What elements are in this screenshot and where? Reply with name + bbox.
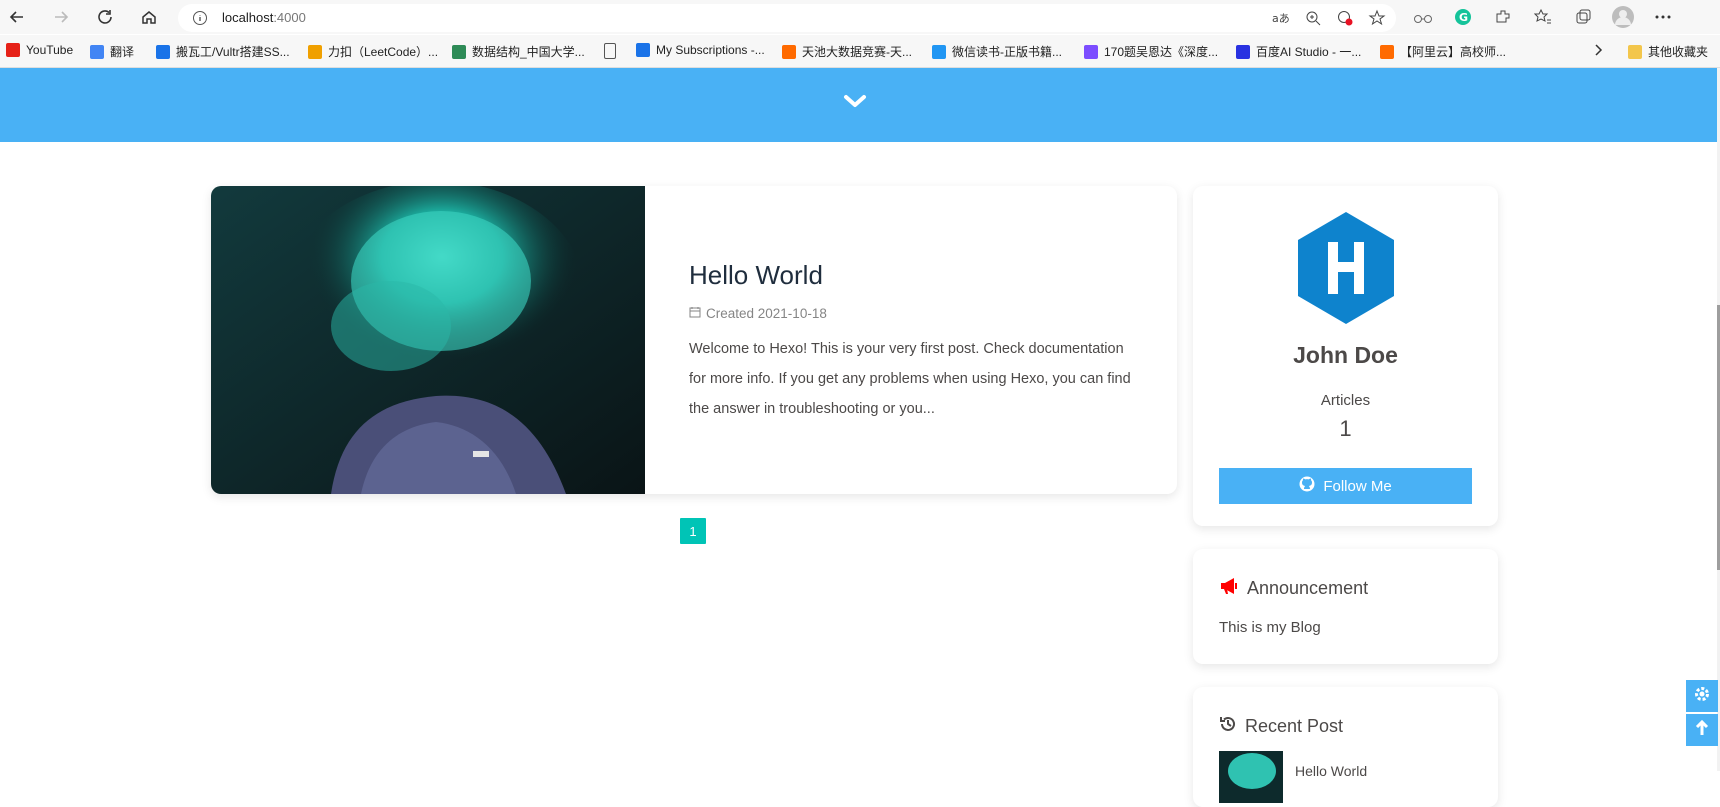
bookmark-vultr[interactable]: 搬瓦工/Vultr搭建SS... <box>156 43 290 60</box>
hero-banner <box>0 68 1717 142</box>
svg-text:G: G <box>1459 11 1468 24</box>
back-to-top-button[interactable] <box>1686 714 1718 746</box>
youtube-icon <box>6 43 20 57</box>
back-icon[interactable] <box>6 6 28 28</box>
bookmark-weread[interactable]: 微信读书-正版书籍... <box>932 43 1062 60</box>
page-icon <box>604 43 616 59</box>
favorites-icon[interactable] <box>1532 6 1554 28</box>
deeplearning-icon <box>1084 44 1098 59</box>
post-meta: Created 2021-10-18 <box>689 306 827 321</box>
info-icon[interactable] <box>192 10 208 31</box>
bookmark-label: 微信读书-正版书籍... <box>952 45 1062 59</box>
bookmark-label: 【阿里云】高校师... <box>1400 45 1507 59</box>
megaphone-icon <box>1219 577 1239 600</box>
browser-extensions: G <box>1412 6 1674 28</box>
arrow-up-icon <box>1694 719 1710 742</box>
more-menu-icon[interactable] <box>1652 6 1674 28</box>
grammarly-icon[interactable]: G <box>1452 6 1474 28</box>
read-aloud-icon[interactable]: aあ <box>1272 9 1290 27</box>
profile-avatar-icon[interactable] <box>1612 6 1634 28</box>
bookmarks-bar: YouTube 翻译 搬瓦工/Vultr搭建SS... 力扣（LeetCode）… <box>0 35 1720 68</box>
extensions-puzzle-icon[interactable] <box>1492 6 1514 28</box>
announcement-card: Announcement This is my Blog <box>1193 549 1498 664</box>
gear-icon <box>1693 685 1711 708</box>
follow-me-label: Follow Me <box>1323 477 1392 495</box>
bookmark-label: 170题吴恩达《深度... <box>1104 45 1219 59</box>
svg-text:aあ: aあ <box>1272 12 1290 25</box>
post-cover-image[interactable] <box>211 186 645 494</box>
post-date: Created 2021-10-18 <box>706 306 827 321</box>
bookmark-translate[interactable]: 翻译 <box>90 43 134 60</box>
recent-post-item-title[interactable]: Hello World <box>1295 763 1367 779</box>
bookmark-page[interactable] <box>604 43 622 59</box>
announcement-title: Announcement <box>1219 577 1368 600</box>
bookmark-label: 翻译 <box>110 45 135 59</box>
url-host: localhost <box>222 10 274 25</box>
tianchi-icon <box>782 44 796 59</box>
chevron-right-icon[interactable] <box>1594 43 1604 57</box>
chevron-down-icon[interactable] <box>842 92 868 115</box>
weread-icon <box>932 44 946 59</box>
settings-button[interactable] <box>1686 680 1718 712</box>
vultr-icon <box>156 44 170 59</box>
calendar-icon <box>689 306 701 321</box>
zoom-icon[interactable] <box>1304 9 1322 27</box>
bookmark-label: YouTube <box>26 43 74 57</box>
aliyun-icon <box>1380 44 1394 59</box>
bookmark-aliyun[interactable]: 【阿里云】高校师... <box>1380 43 1506 60</box>
post-card: Hello World Created 2021-10-18 Welcome t… <box>211 186 1177 494</box>
url-text[interactable]: localhost:4000 <box>222 10 306 25</box>
github-icon <box>1299 476 1315 496</box>
recent-post-thumbnail[interactable] <box>1219 751 1283 803</box>
url-port: :4000 <box>273 10 306 25</box>
bookmark-label: 力扣（LeetCode）... <box>328 45 439 59</box>
extension-icon[interactable] <box>1412 6 1434 28</box>
bookmark-deeplearning[interactable]: 170题吴恩达《深度... <box>1084 43 1218 60</box>
recent-post-card: Recent Post Hello World <box>1193 687 1498 807</box>
reload-icon[interactable] <box>94 6 116 28</box>
author-card: John Doe Articles 1 Follow Me <box>1193 186 1498 526</box>
home-icon[interactable] <box>138 6 160 28</box>
recent-post-title: Recent Post <box>1219 715 1343 738</box>
articles-count[interactable]: 1 <box>1193 416 1498 442</box>
bookmark-label: 天池大数据竞赛-天... <box>802 45 912 59</box>
address-bar[interactable]: localhost:4000 aあ <box>178 4 1396 32</box>
translate-icon <box>90 44 104 59</box>
bookmark-subscriptions[interactable]: My Subscriptions -... <box>636 43 765 57</box>
follow-me-button[interactable]: Follow Me <box>1219 468 1472 504</box>
post-title[interactable]: Hello World <box>689 260 823 291</box>
address-bar-actions: aあ <box>1272 9 1386 27</box>
author-name: John Doe <box>1293 342 1398 368</box>
bookmark-label: My Subscriptions -... <box>656 43 765 57</box>
bookmark-youtube[interactable]: YouTube <box>6 43 73 57</box>
bookmark-mooc[interactable]: 数据结构_中国大学... <box>452 43 585 60</box>
recent-post-title-text: Recent Post <box>1245 716 1344 736</box>
bookmark-label: 数据结构_中国大学... <box>472 45 585 59</box>
tracking-prevention-icon[interactable] <box>1336 9 1354 27</box>
favorite-add-icon[interactable] <box>1368 9 1386 27</box>
bookmark-label: 百度AI Studio - 一... <box>1256 45 1362 59</box>
browser-toolbar: localhost:4000 aあ G <box>0 0 1720 34</box>
announcement-title-text: Announcement <box>1247 578 1369 598</box>
post-excerpt: Welcome to Hexo! This is your very first… <box>689 341 1131 417</box>
hexo-logo-avatar <box>1294 212 1398 329</box>
subscriptions-icon <box>636 43 650 57</box>
announcement-text: This is my Blog <box>1219 619 1321 636</box>
bookmark-leetcode[interactable]: 力扣（LeetCode）... <box>308 43 438 60</box>
bookmark-label: 搬瓦工/Vultr搭建SS... <box>176 45 290 59</box>
articles-label[interactable]: Articles <box>1193 392 1498 409</box>
leetcode-icon <box>308 44 322 59</box>
other-favorites[interactable]: 其他收藏夹 <box>1628 43 1708 60</box>
other-favorites-label: 其他收藏夹 <box>1648 45 1709 59</box>
aistudio-icon <box>1236 44 1250 59</box>
bookmark-aistudio[interactable]: 百度AI Studio - 一... <box>1236 43 1361 60</box>
bookmark-tianchi[interactable]: 天池大数据竞赛-天... <box>782 43 912 60</box>
folder-icon <box>1628 44 1642 59</box>
history-icon <box>1219 715 1237 738</box>
pagination-current-page[interactable]: 1 <box>680 518 706 544</box>
forward-icon[interactable] <box>50 6 72 28</box>
mooc-icon <box>452 44 466 59</box>
collections-icon[interactable] <box>1572 6 1594 28</box>
